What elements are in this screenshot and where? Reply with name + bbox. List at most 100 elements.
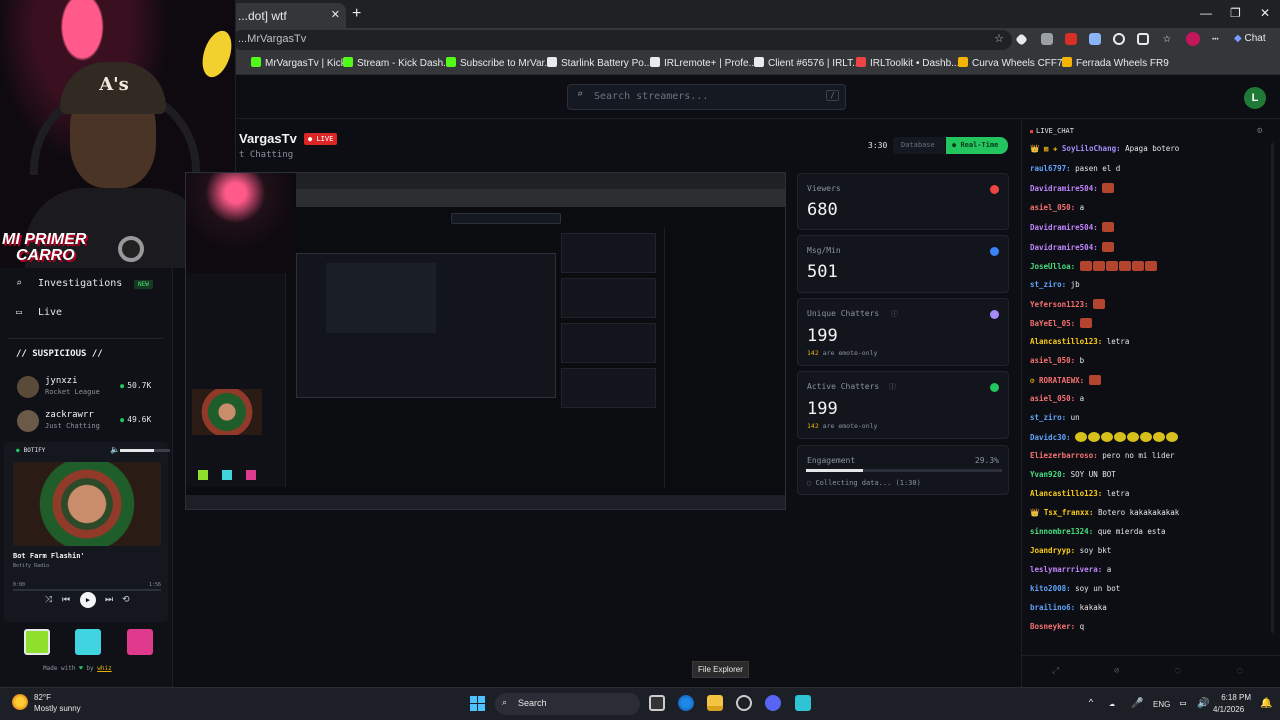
credit-author-link[interactable]: whiz (97, 665, 111, 672)
language-indicator[interactable]: ENG (1153, 700, 1170, 709)
suspicious-streamer-jynxzi[interactable]: jynxzi Rocket League 50.7K (17, 376, 167, 400)
bookmark-item[interactable]: Subscribe to MrVar... (446, 57, 553, 69)
stream-preview[interactable] (185, 172, 786, 510)
chat-username[interactable]: BaYeEl_05: (1030, 319, 1075, 328)
extension-icon[interactable] (1041, 33, 1053, 45)
cloud-icon[interactable]: ☁ (1109, 698, 1115, 709)
settings-icon[interactable]: ◌ (1237, 666, 1242, 676)
bookmark-item[interactable]: Client #6576 | IRLT... (754, 57, 860, 69)
notepad-icon[interactable] (795, 695, 811, 711)
chevron-up-icon[interactable]: ⌃ (1088, 698, 1094, 709)
task-view-icon[interactable] (649, 695, 665, 711)
microphone-icon[interactable]: 🎤 (1131, 698, 1143, 709)
user-avatar[interactable]: L (1244, 87, 1266, 109)
sidebar-item-investigations[interactable]: ⌕ Investigations (16, 278, 122, 289)
tab-realtime[interactable]: Real-Time (946, 137, 1008, 154)
file-explorer-icon[interactable] (707, 695, 723, 711)
theme-swatch-cyan[interactable] (75, 629, 101, 655)
suspicious-streamer-zackrawrr[interactable]: zackrawrr Just Chatting 49.6K (17, 410, 167, 434)
chat-username[interactable]: Yeferson1123: (1030, 300, 1089, 309)
chat-username[interactable]: Davidramire504: (1030, 223, 1098, 232)
weather-temp[interactable]: 82°F (34, 693, 51, 702)
previous-icon[interactable]: ⏮ (62, 595, 70, 605)
chat-username[interactable]: Yvan920: (1030, 470, 1066, 479)
bookmark-item[interactable]: Ferrada Wheels FR9 (1062, 57, 1169, 69)
chat-username[interactable]: Davidc30: (1030, 433, 1071, 442)
chat-username[interactable]: st_ziro: (1030, 280, 1066, 289)
theme-swatch-green[interactable] (24, 629, 50, 655)
copilot-chat-button[interactable]: ◆ Chat (1234, 33, 1266, 44)
profile-avatar[interactable] (1186, 32, 1200, 46)
bookmark-item[interactable]: Starlink Battery Po... (547, 57, 652, 69)
chat-username[interactable]: Tsx_franxx: (1044, 508, 1094, 517)
extension-icon[interactable] (1065, 33, 1077, 45)
sun-icon[interactable] (12, 694, 28, 710)
chat-username[interactable]: Alancastillo123: (1030, 489, 1102, 498)
refresh-icon[interactable]: ◌ (1175, 666, 1180, 676)
hide-icon[interactable]: ⊘ (1114, 666, 1119, 676)
search-input[interactable]: ⌕ Search streamers... / (567, 84, 846, 110)
clock-date[interactable]: 4/1/2026 (1213, 705, 1244, 714)
chat-username[interactable]: asiel_050: (1030, 356, 1075, 365)
progress-bar[interactable] (13, 589, 161, 591)
windows-start-icon[interactable] (470, 696, 486, 712)
chat-username[interactable]: raul6797: (1030, 164, 1071, 173)
chat-scrollbar[interactable] (1271, 143, 1274, 633)
sidebar-item-live[interactable]: ▭ Live (16, 307, 62, 318)
chat-username[interactable]: asiel_050: (1030, 394, 1075, 403)
star-icon[interactable]: ☆ (994, 32, 1004, 45)
taskbar-search[interactable]: ⌕ Search (495, 693, 640, 715)
chat-username[interactable]: RORATAEWX: (1039, 376, 1084, 385)
theme-swatch-pink[interactable] (127, 629, 153, 655)
favorites-icon[interactable]: ☆ (1163, 31, 1171, 46)
chat-username[interactable]: st_ziro: (1030, 413, 1066, 422)
tab-database[interactable]: Database (893, 137, 945, 154)
repeat-icon[interactable]: ⟲ (122, 595, 130, 605)
bookmark-item[interactable]: Stream - Kick Dash... (343, 57, 451, 69)
bookmark-item[interactable]: IRLToolkit • Dashb... (856, 57, 959, 69)
puzzle-icon[interactable] (1137, 33, 1149, 45)
bookmark-item[interactable]: IRLremote+ | Profe... (650, 57, 757, 69)
chat-username[interactable]: JoseUlloa: (1030, 262, 1075, 271)
monitor-icon[interactable]: ▭ (1180, 698, 1186, 709)
notification-icon[interactable]: 🔔 (1260, 698, 1272, 709)
browser-tab[interactable]: ...dot] wtf ✕ (228, 3, 346, 28)
minimize-button[interactable]: — (1200, 6, 1212, 20)
next-icon[interactable]: ⏭ (105, 595, 113, 605)
chat-username[interactable]: Eliezerbarroso: (1030, 451, 1098, 460)
shuffle-icon[interactable]: ⤨ (45, 595, 52, 605)
discord-icon[interactable] (765, 695, 781, 711)
chat-username[interactable]: Joandryyp: (1030, 546, 1075, 555)
chat-username[interactable]: kito2008: (1030, 584, 1071, 593)
chat-username[interactable]: leslymarrrivera: (1030, 565, 1102, 574)
info-icon[interactable]: ⓘ (891, 309, 898, 319)
extension-icon[interactable] (1089, 33, 1101, 45)
edge-icon[interactable] (678, 695, 694, 711)
close-window-button[interactable]: ✕ (1260, 6, 1270, 20)
bookmark-item[interactable]: MrVargasTv | Kick (251, 57, 346, 69)
chat-username[interactable]: SoyLiloChang: (1062, 144, 1121, 153)
more-menu-icon[interactable]: ⋯ (1212, 32, 1219, 45)
tab-close-icon[interactable]: ✕ (331, 8, 340, 21)
chat-username[interactable]: sinnombre1324: (1030, 527, 1093, 536)
refresh-extension-icon[interactable] (1113, 33, 1125, 45)
weather-desc[interactable]: Mostly sunny (34, 704, 81, 713)
obs-icon[interactable] (736, 695, 752, 711)
bookmark-item[interactable]: Curva Wheels CFF76 (958, 57, 1068, 69)
chat-username[interactable]: Davidramire504: (1030, 184, 1098, 193)
play-button[interactable]: ▶ (80, 592, 96, 608)
expand-icon[interactable]: ⤢ (1052, 666, 1059, 676)
chat-username[interactable]: Alancastillo123: (1030, 337, 1102, 346)
info-icon[interactable]: ⓘ (889, 382, 896, 392)
clock-time[interactable]: 6:18 PM (1221, 693, 1251, 702)
maximize-button[interactable]: ❐ (1230, 6, 1241, 20)
chat-username[interactable]: brailino6: (1030, 603, 1075, 612)
chat-username[interactable]: Bosneyker: (1030, 622, 1075, 631)
chat-username[interactable]: Davidramire504: (1030, 243, 1098, 252)
chat-username[interactable]: asiel_050: (1030, 203, 1075, 212)
new-tab-button[interactable]: + (352, 5, 361, 23)
volume-icon[interactable]: 🔊 (1197, 698, 1209, 709)
gear-icon[interactable]: ⚙ (1257, 126, 1262, 136)
address-bar[interactable]: ...MrVargasTv ☆ (232, 30, 1012, 50)
volume-icon[interactable]: 🔈 (110, 445, 120, 454)
